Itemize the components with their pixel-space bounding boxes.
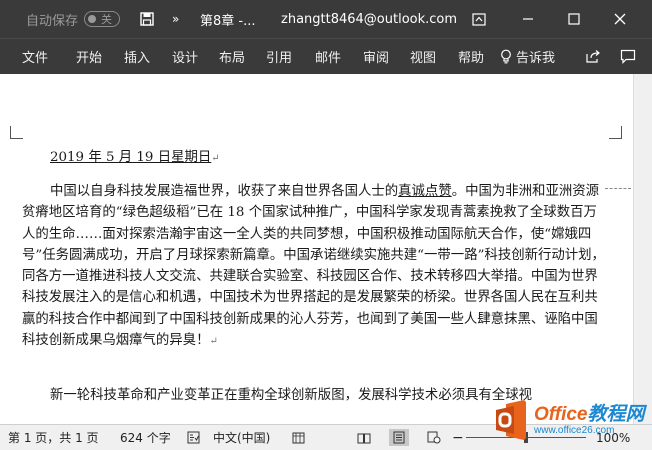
- tab-file[interactable]: 文件: [22, 39, 48, 74]
- paragraph-mark-icon: ↵: [209, 336, 218, 348]
- body-paragraph-1[interactable]: 中国以自身科技发展造福世界，收获了来自世界各国人士的真诚点赞。中国为非洲和亚洲资…: [22, 181, 605, 352]
- save-icon[interactable]: [138, 0, 156, 38]
- crop-mark-left: [10, 126, 23, 139]
- logo-brand-cn: 教程网: [587, 403, 645, 425]
- tab-review[interactable]: 审阅: [363, 39, 389, 74]
- vertical-scrollbar[interactable]: [633, 74, 652, 424]
- zoom-out-icon[interactable]: −: [452, 425, 464, 450]
- accessibility-icon[interactable]: [290, 425, 306, 450]
- comments-icon[interactable]: [619, 39, 637, 74]
- tab-view[interactable]: 视图: [410, 39, 436, 74]
- document-canvas[interactable]: 2019 年 5 月 19 日星期日↵ 中国以自身科技发展造福世界，收获了来自世…: [0, 74, 652, 424]
- read-mode-icon[interactable]: [354, 429, 374, 446]
- ribbon-tabs: 文件 开始 插入 设计 布局 引用 邮件 审阅 视图 帮助 告诉我: [0, 38, 652, 74]
- tab-layout[interactable]: 布局: [219, 39, 245, 74]
- word-count[interactable]: 624 个字: [120, 425, 171, 450]
- logo-url: www.office26.com: [534, 424, 615, 436]
- tab-design[interactable]: 设计: [172, 39, 198, 74]
- web-layout-icon[interactable]: [424, 429, 444, 446]
- crop-mark-right: [609, 126, 622, 139]
- maximize-icon[interactable]: [565, 0, 583, 38]
- autosave-switch[interactable]: 关: [84, 11, 121, 27]
- autosave-state: 关: [101, 13, 113, 26]
- para1-underlined: 真诚点赞: [398, 184, 452, 199]
- tab-mailings[interactable]: 邮件: [315, 39, 341, 74]
- para2-text: 新一轮科技革命和产业变革正在重构全球创新版图，发展科学技术必须具有全球视: [50, 388, 533, 403]
- date-line[interactable]: 2019 年 5 月 19 日星期日↵: [50, 145, 633, 165]
- logo-brand-latin: Office: [534, 403, 588, 425]
- title-bar: 自动保存 关 » 第8章 -... zhangtt8464@outlook.co…: [0, 0, 652, 38]
- minimize-icon[interactable]: [519, 0, 537, 38]
- tab-insert[interactable]: 插入: [124, 39, 150, 74]
- autosave-toggle[interactable]: 自动保存 关: [26, 0, 121, 38]
- switch-knob: [88, 15, 97, 23]
- tab-help[interactable]: 帮助: [458, 39, 484, 74]
- para1-text-b: 。中国为非洲和亚洲资源贫瘠地区培育的“绿色超级稻”已在 18 个国家试种推广，中…: [22, 184, 605, 349]
- autosave-label: 自动保存: [26, 13, 79, 29]
- paragraph-mark-icon: ↵: [211, 153, 220, 164]
- share-icon[interactable]: [584, 39, 602, 74]
- proofing-icon[interactable]: [185, 425, 201, 450]
- print-layout-icon[interactable]: [389, 429, 409, 446]
- tab-references[interactable]: 引用: [266, 39, 292, 74]
- ribbon-display-options-icon[interactable]: [470, 0, 488, 38]
- lightbulb-icon: [500, 49, 512, 64]
- tab-home[interactable]: 开始: [76, 39, 102, 74]
- comment-connector-line: [605, 188, 631, 189]
- page-count[interactable]: 第 1 页，共 1 页: [8, 425, 99, 450]
- tell-me-search[interactable]: 告诉我: [500, 39, 555, 74]
- account-name[interactable]: zhangtt8464@outlook.com: [281, 0, 457, 38]
- quick-access-overflow-icon[interactable]: »: [172, 0, 179, 38]
- logo-wordmark: Office教程网 www.office26.com: [534, 405, 645, 436]
- close-icon[interactable]: [611, 0, 629, 38]
- document-title: 第8章 -...: [200, 13, 256, 29]
- office-logo-icon: [492, 400, 532, 440]
- para1-text-a: 中国以自身科技发展造福世界，收获了来自世界各国人士的: [50, 184, 399, 199]
- tell-me-label: 告诉我: [516, 51, 556, 66]
- language[interactable]: 中文(中国): [213, 425, 270, 450]
- office-tutorial-logo: Office教程网 www.office26.com: [492, 396, 648, 444]
- date-text: 2019 年 5 月 19 日星期日: [50, 150, 212, 165]
